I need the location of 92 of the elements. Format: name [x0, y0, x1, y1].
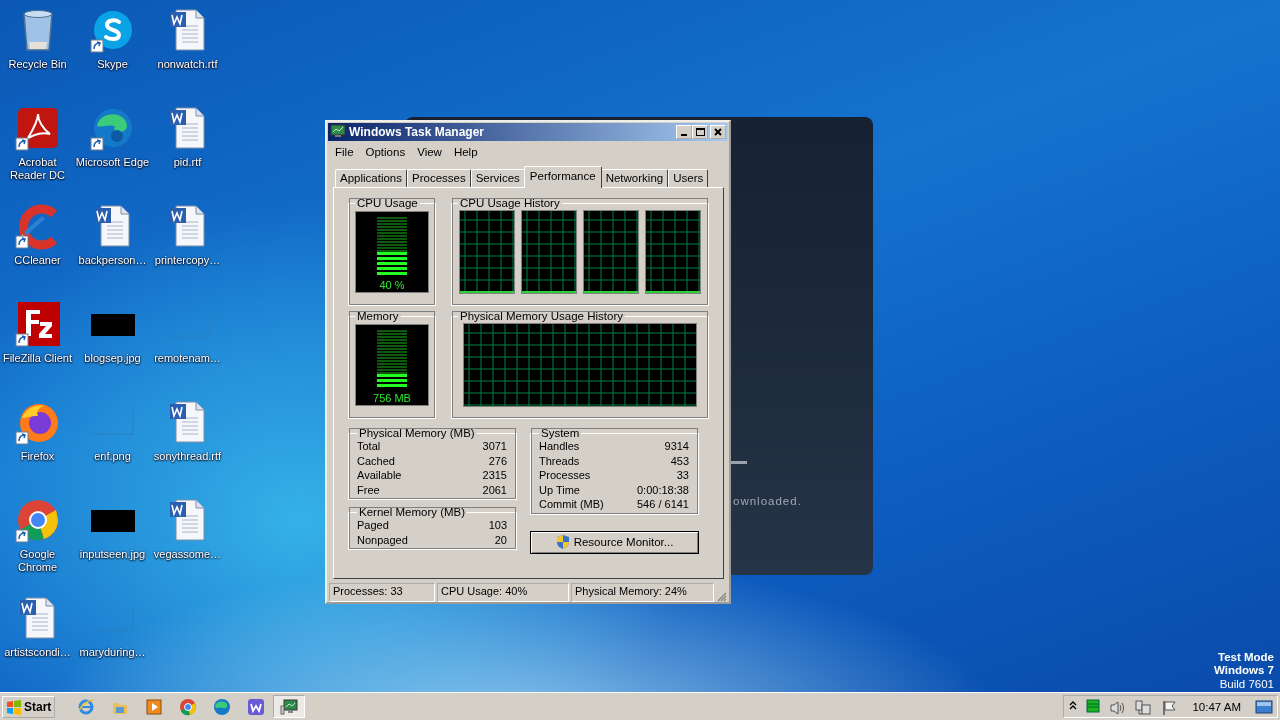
- stat-value: 0:00:18:38: [637, 482, 689, 498]
- app-icon: [330, 123, 346, 138]
- media-player-icon: [145, 697, 164, 716]
- icon-label[interactable]: FileZilla Client: [2, 352, 73, 365]
- stat-label: Processes: [539, 468, 591, 483]
- show-desktop-icon: [1255, 699, 1273, 714]
- stat-label: Paged: [357, 518, 389, 533]
- group-title: Physical Memory (MB): [358, 427, 476, 440]
- tab[interactable]: Services: [470, 169, 525, 188]
- chrome-icon: [179, 697, 198, 716]
- speaker-icon: [1108, 698, 1127, 715]
- resource-monitor-button[interactable]: Resource Monitor...: [530, 530, 699, 554]
- shield-icon: [555, 534, 570, 551]
- task-manager-icon: [280, 697, 299, 716]
- stat-label: Nonpaged: [357, 532, 408, 548]
- icon-label[interactable]: printercopy…: [154, 254, 221, 267]
- build-text: Build 7601: [1219, 677, 1274, 691]
- icon-label[interactable]: Skype: [97, 58, 128, 71]
- edge-icon: [213, 697, 232, 716]
- icon-label[interactable]: inputseen.jpg: [79, 548, 146, 561]
- icon-label[interactable]: Google Chrome: [0, 548, 75, 574]
- icon-label[interactable]: Microsoft Edge: [75, 156, 150, 169]
- stat-label: Threads: [539, 453, 580, 469]
- stat-label: Total: [357, 439, 381, 454]
- close-icon: [714, 127, 722, 136]
- tab[interactable]: Performance: [523, 166, 602, 189]
- cpu-meter-icon: [1086, 698, 1101, 715]
- tab[interactable]: Networking: [600, 169, 669, 188]
- stat-value: 20: [494, 532, 507, 548]
- stat-label: Cached: [357, 453, 395, 469]
- icon-label[interactable]: Recycle Bin: [8, 58, 67, 71]
- menu-item[interactable]: Options: [359, 146, 412, 159]
- icon-label[interactable]: maryduring…: [79, 646, 146, 659]
- window-title: Windows Task Manager: [349, 124, 486, 139]
- meter-reading: 756 MB: [373, 392, 411, 405]
- icon-label[interactable]: CCleaner: [14, 254, 61, 267]
- tab[interactable]: Processes: [407, 169, 471, 188]
- stat-label: Handles: [539, 439, 580, 454]
- stat-value: 103: [488, 518, 507, 533]
- resize-grip-icon: [716, 591, 727, 602]
- internet-explorer-icon: [77, 697, 96, 716]
- maximize-button[interactable]: [692, 124, 708, 139]
- network-icon: [1134, 698, 1153, 715]
- taskbar-button[interactable]: [273, 695, 306, 718]
- status-text: ownloaded.: [733, 495, 802, 507]
- tab[interactable]: Users: [668, 169, 709, 188]
- stat-label: Commit (MB): [539, 497, 604, 512]
- stat-value: 3071: [482, 439, 507, 454]
- group-title: CPU Usage: [356, 197, 419, 210]
- stat-value: 546 / 6141: [637, 497, 689, 512]
- icon-label[interactable]: blogsep.jpg: [84, 352, 141, 365]
- tab[interactable]: Applications: [335, 169, 407, 188]
- status-bar-field: Processes: 33: [329, 583, 435, 602]
- menu-item[interactable]: View: [411, 146, 448, 159]
- stat-value: 9314: [664, 439, 689, 454]
- stat-value: 2315: [482, 468, 507, 483]
- icon-label[interactable]: pid.rtf: [173, 156, 202, 169]
- status-bar-field: Physical Memory: 24%: [571, 583, 714, 602]
- group-title: System: [540, 427, 581, 440]
- stat-value: 33: [676, 468, 689, 483]
- icon-label[interactable]: enf.png: [94, 450, 131, 463]
- icon-label[interactable]: artistscondi…: [4, 646, 71, 659]
- stat-value: 276: [488, 453, 507, 469]
- maximize-icon: [695, 127, 705, 136]
- minimize-icon: [681, 133, 687, 136]
- windows-logo-icon: [6, 698, 22, 715]
- minimize-button[interactable]: [676, 124, 692, 139]
- test-mode-text: Test Mode: [1218, 650, 1274, 664]
- status-bar-field: CPU Usage: 40%: [437, 583, 569, 602]
- stat-label: Up Time: [539, 482, 580, 498]
- icon-label[interactable]: Firefox: [20, 450, 55, 463]
- stat-label: Available: [357, 468, 402, 483]
- icon-label[interactable]: remotenam…: [154, 352, 221, 365]
- stat-label: Free: [357, 482, 380, 498]
- start-button[interactable]: Start: [2, 695, 56, 718]
- w-app-icon: [247, 697, 266, 716]
- icon-label[interactable]: nonwatch.rtf: [157, 58, 218, 71]
- group-title: Physical Memory Usage History: [459, 310, 624, 323]
- clock[interactable]: 10:47 AM: [1192, 700, 1241, 713]
- stat-value: 453: [670, 453, 689, 469]
- menu-item[interactable]: File: [329, 146, 360, 159]
- close-button[interactable]: [710, 124, 726, 139]
- icon-label[interactable]: backperson…: [78, 254, 147, 267]
- stat-value: 2061: [482, 482, 507, 498]
- group-title: Kernel Memory (MB): [358, 506, 467, 519]
- flag-icon: [1160, 698, 1179, 715]
- edition-text: Windows 7: [1214, 664, 1274, 678]
- menu-item[interactable]: Help: [447, 146, 484, 159]
- group-title: CPU Usage History: [459, 197, 561, 210]
- icon-label[interactable]: Acrobat Reader DC: [0, 156, 75, 182]
- group-title: Memory: [356, 310, 400, 323]
- meter-reading: 40 %: [379, 279, 405, 292]
